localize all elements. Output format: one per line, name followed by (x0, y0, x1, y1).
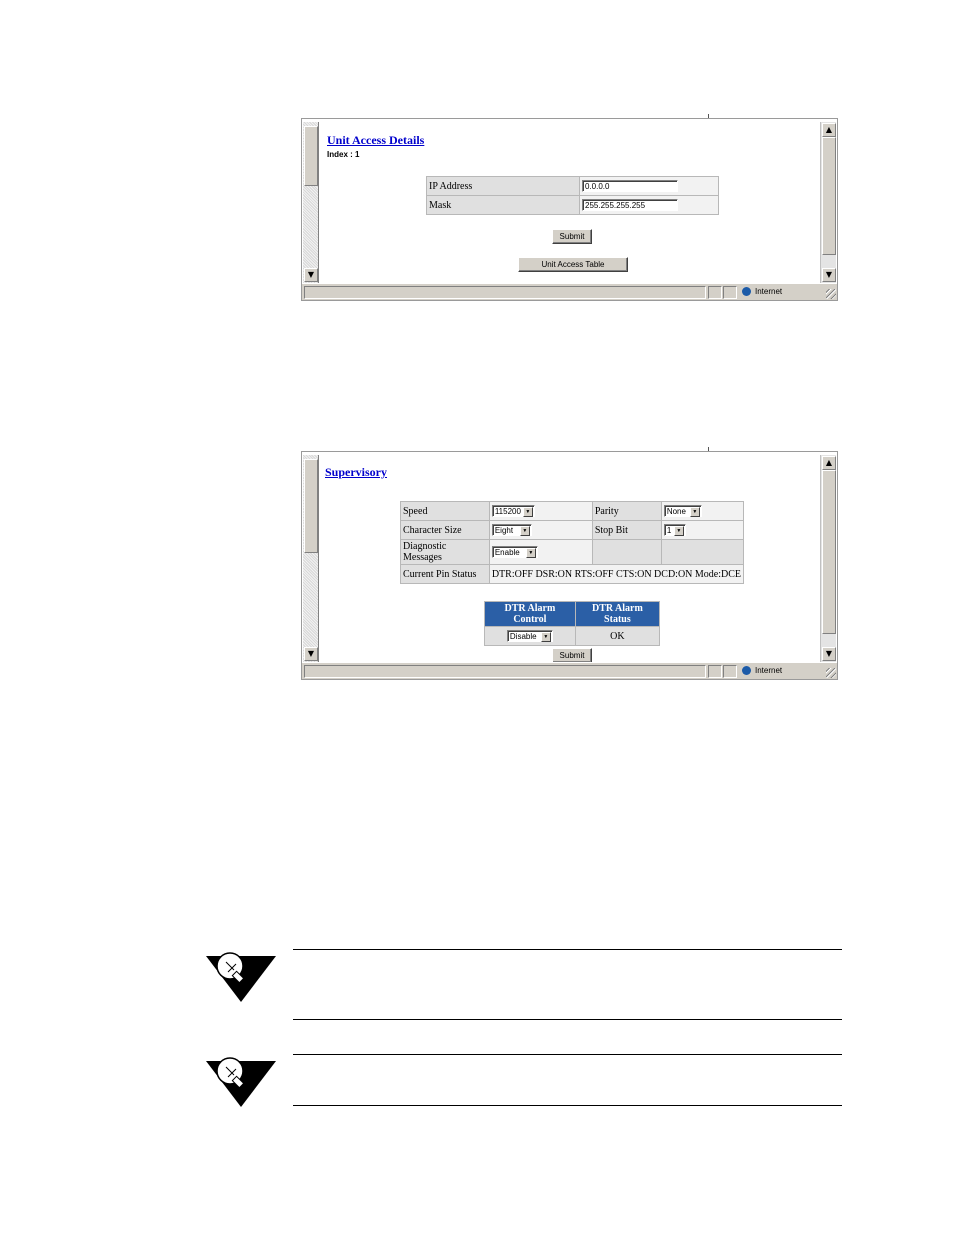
internet-globe-icon (742, 665, 751, 675)
diagnostic-messages-value: Enable (494, 548, 520, 557)
scroll-up-arrow-icon[interactable]: ▲ (822, 123, 836, 137)
dtr-alarm-row: Disable ▼ OK (484, 626, 661, 646)
parity-select[interactable]: None ▼ (663, 505, 702, 517)
security-zone: Internet (740, 285, 830, 298)
current-pin-status-label: Current Pin Status (400, 564, 490, 584)
ip-address-cell: 0.0.0.0 (579, 176, 719, 196)
right-scrollbar[interactable]: ▲ ▼ (820, 455, 836, 662)
empty-cell (660, 539, 745, 565)
chevron-down-icon: ▼ (673, 526, 684, 536)
page-content: Unit Access Details Index : 1 IP Address… (319, 122, 820, 283)
chevron-down-icon: ▼ (540, 632, 551, 642)
zone-label: Internet (755, 666, 783, 675)
stop-bit-cell: 1 ▼ (660, 520, 745, 540)
speed-row: Speed 115200 ▼ Parity None ▼ (400, 501, 745, 521)
dtr-alarm-control-select[interactable]: Disable ▼ (506, 630, 553, 642)
scroll-down-arrow-icon[interactable]: ▼ (304, 268, 318, 282)
left-scrollbar[interactable]: ▼ (303, 122, 319, 283)
chevron-down-icon: ▼ (519, 526, 530, 536)
page-title[interactable]: Supervisory (325, 465, 387, 480)
unit-access-table-button[interactable]: Unit Access Table (518, 257, 628, 272)
speed-label: Speed (400, 501, 490, 521)
status-pane (304, 665, 706, 678)
ip-address-label: IP Address (426, 176, 580, 196)
mask-input[interactable]: 255.255.255.255 (582, 199, 678, 211)
dtr-alarm-control-header: DTR Alarm Control (484, 601, 576, 627)
internet-globe-icon (742, 286, 751, 296)
security-zone: Internet (740, 664, 830, 677)
current-pin-status-row: Current Pin Status DTR:OFF DSR:ON RTS:OF… (400, 564, 745, 584)
status-bar: Internet (302, 662, 837, 679)
index-label: Index : 1 (327, 150, 360, 159)
mask-cell: 255.255.255.255 (579, 195, 719, 215)
speed-cell: 115200 ▼ (488, 501, 593, 521)
character-size-value: Eight (494, 526, 514, 535)
status-pane (723, 286, 737, 299)
stop-bit-value: 1 (666, 526, 672, 535)
dtr-alarm-control-value: Disable (509, 632, 537, 641)
diagnostic-messages-cell: Enable ▼ (488, 539, 593, 565)
stop-bit-select[interactable]: 1 ▼ (663, 524, 686, 536)
zone-label: Internet (755, 287, 783, 296)
dtr-alarm-control-cell: Disable ▼ (484, 626, 576, 646)
resize-grip-icon[interactable] (826, 668, 836, 678)
lightbulb-note-icon (206, 1057, 276, 1107)
speed-value: 115200 (494, 507, 521, 516)
left-scroll-thumb[interactable] (304, 126, 318, 186)
dtr-alarm-table: DTR Alarm Control DTR Alarm Status Disab… (484, 601, 661, 646)
status-bar: Internet (302, 283, 837, 300)
unit-access-form: IP Address 0.0.0.0 Mask 255.255.255.255 (426, 176, 719, 215)
note-bottom-rule (293, 1019, 842, 1020)
character-size-cell: Eight ▼ (488, 520, 593, 540)
status-pane (723, 665, 737, 678)
submit-button[interactable]: Submit (552, 648, 592, 662)
dtr-alarm-status-value: OK (574, 626, 661, 646)
chevron-down-icon: ▼ (525, 548, 536, 558)
current-pin-status-value: DTR:OFF DSR:ON RTS:OFF CTS:ON DCD:ON Mod… (488, 564, 745, 584)
right-scrollbar[interactable]: ▲ ▼ (820, 122, 836, 283)
speed-select[interactable]: 115200 ▼ (491, 505, 535, 517)
mask-row: Mask 255.255.255.255 (426, 195, 719, 215)
parity-label: Parity (591, 501, 662, 521)
character-size-select[interactable]: Eight ▼ (491, 524, 532, 536)
scroll-up-arrow-icon[interactable]: ▲ (822, 456, 836, 470)
right-scroll-thumb[interactable] (822, 137, 836, 255)
page-title[interactable]: Unit Access Details (327, 133, 424, 148)
status-pane (708, 665, 722, 678)
parity-cell: None ▼ (660, 501, 745, 521)
mask-label: Mask (426, 195, 580, 215)
ip-address-input[interactable]: 0.0.0.0 (582, 180, 678, 192)
submit-button[interactable]: Submit (552, 229, 592, 244)
lightbulb-note-icon (206, 952, 276, 1002)
diagnostic-messages-label: Diagnostic Messages (400, 539, 490, 565)
diagnostic-messages-row: Diagnostic Messages Enable ▼ (400, 539, 745, 565)
resize-grip-icon[interactable] (826, 289, 836, 299)
status-pane (708, 286, 722, 299)
diagnostic-messages-select[interactable]: Enable ▼ (491, 546, 538, 558)
unit-access-window: ▼ ▲ ▼ Unit Access Details Index : 1 IP A… (301, 118, 838, 301)
left-scroll-thumb[interactable] (304, 459, 318, 553)
parity-value: None (666, 507, 686, 516)
stop-bit-label: Stop Bit (591, 520, 662, 540)
supervisory-form: Speed 115200 ▼ Parity None ▼ Character Siz… (400, 501, 745, 584)
scroll-down-arrow-icon[interactable]: ▼ (822, 647, 836, 661)
note-top-rule (293, 949, 842, 950)
chevron-down-icon: ▼ (522, 507, 533, 517)
left-scrollbar[interactable]: ▼ (303, 455, 319, 662)
dtr-alarm-status-header: DTR Alarm Status (574, 601, 661, 627)
character-size-label: Character Size (400, 520, 490, 540)
empty-cell (591, 539, 662, 565)
right-scroll-thumb[interactable] (822, 470, 836, 634)
character-size-row: Character Size Eight ▼ Stop Bit 1 ▼ (400, 520, 745, 540)
ip-address-row: IP Address 0.0.0.0 (426, 176, 719, 196)
chevron-down-icon: ▼ (689, 507, 700, 517)
note-top-rule (293, 1054, 842, 1055)
scroll-down-arrow-icon[interactable]: ▼ (822, 268, 836, 282)
dtr-alarm-header-row: DTR Alarm Control DTR Alarm Status (484, 601, 661, 627)
note-bottom-rule (293, 1105, 842, 1106)
scroll-down-arrow-icon[interactable]: ▼ (304, 647, 318, 661)
status-pane (304, 286, 706, 299)
supervisory-window: ▼ ▲ ▼ Supervisory Speed 115200 ▼ Parity N… (301, 451, 838, 680)
page-content: Supervisory Speed 115200 ▼ Parity None ▼ C… (319, 455, 820, 662)
